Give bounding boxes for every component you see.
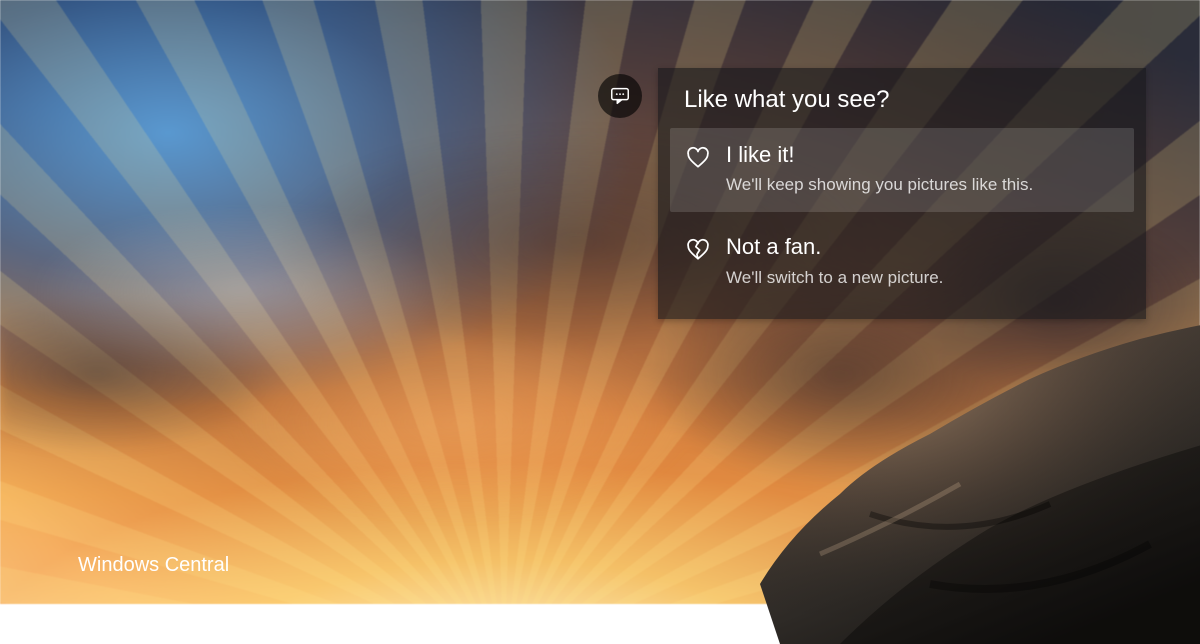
option-dislike-text: Not a fan. We'll switch to a new picture… [726, 234, 1118, 288]
feedback-toggle-button[interactable] [598, 74, 642, 118]
option-like-title: I like it! [726, 142, 1118, 168]
option-dislike-subtitle: We'll switch to a new picture. [726, 267, 1118, 289]
feedback-card: Like what you see? I like it! We'll keep… [658, 68, 1146, 319]
source-watermark: Windows Central [20, 542, 229, 588]
broken-heart-icon [684, 236, 712, 264]
windows-central-logo-icon [20, 542, 66, 588]
feedback-title: Like what you see? [684, 86, 1134, 114]
option-dislike-title: Not a fan. [726, 234, 1118, 260]
heart-icon [684, 144, 712, 172]
option-dislike[interactable]: Not a fan. We'll switch to a new picture… [670, 220, 1134, 304]
option-like-text: I like it! We'll keep showing you pictur… [726, 142, 1118, 196]
watermark-text: Windows Central [78, 554, 229, 577]
option-like-subtitle: We'll keep showing you pictures like thi… [726, 174, 1118, 196]
chat-icon [609, 85, 631, 107]
option-like[interactable]: I like it! We'll keep showing you pictur… [670, 128, 1134, 212]
spotlight-feedback-flyout: Like what you see? I like it! We'll keep… [598, 68, 1146, 319]
